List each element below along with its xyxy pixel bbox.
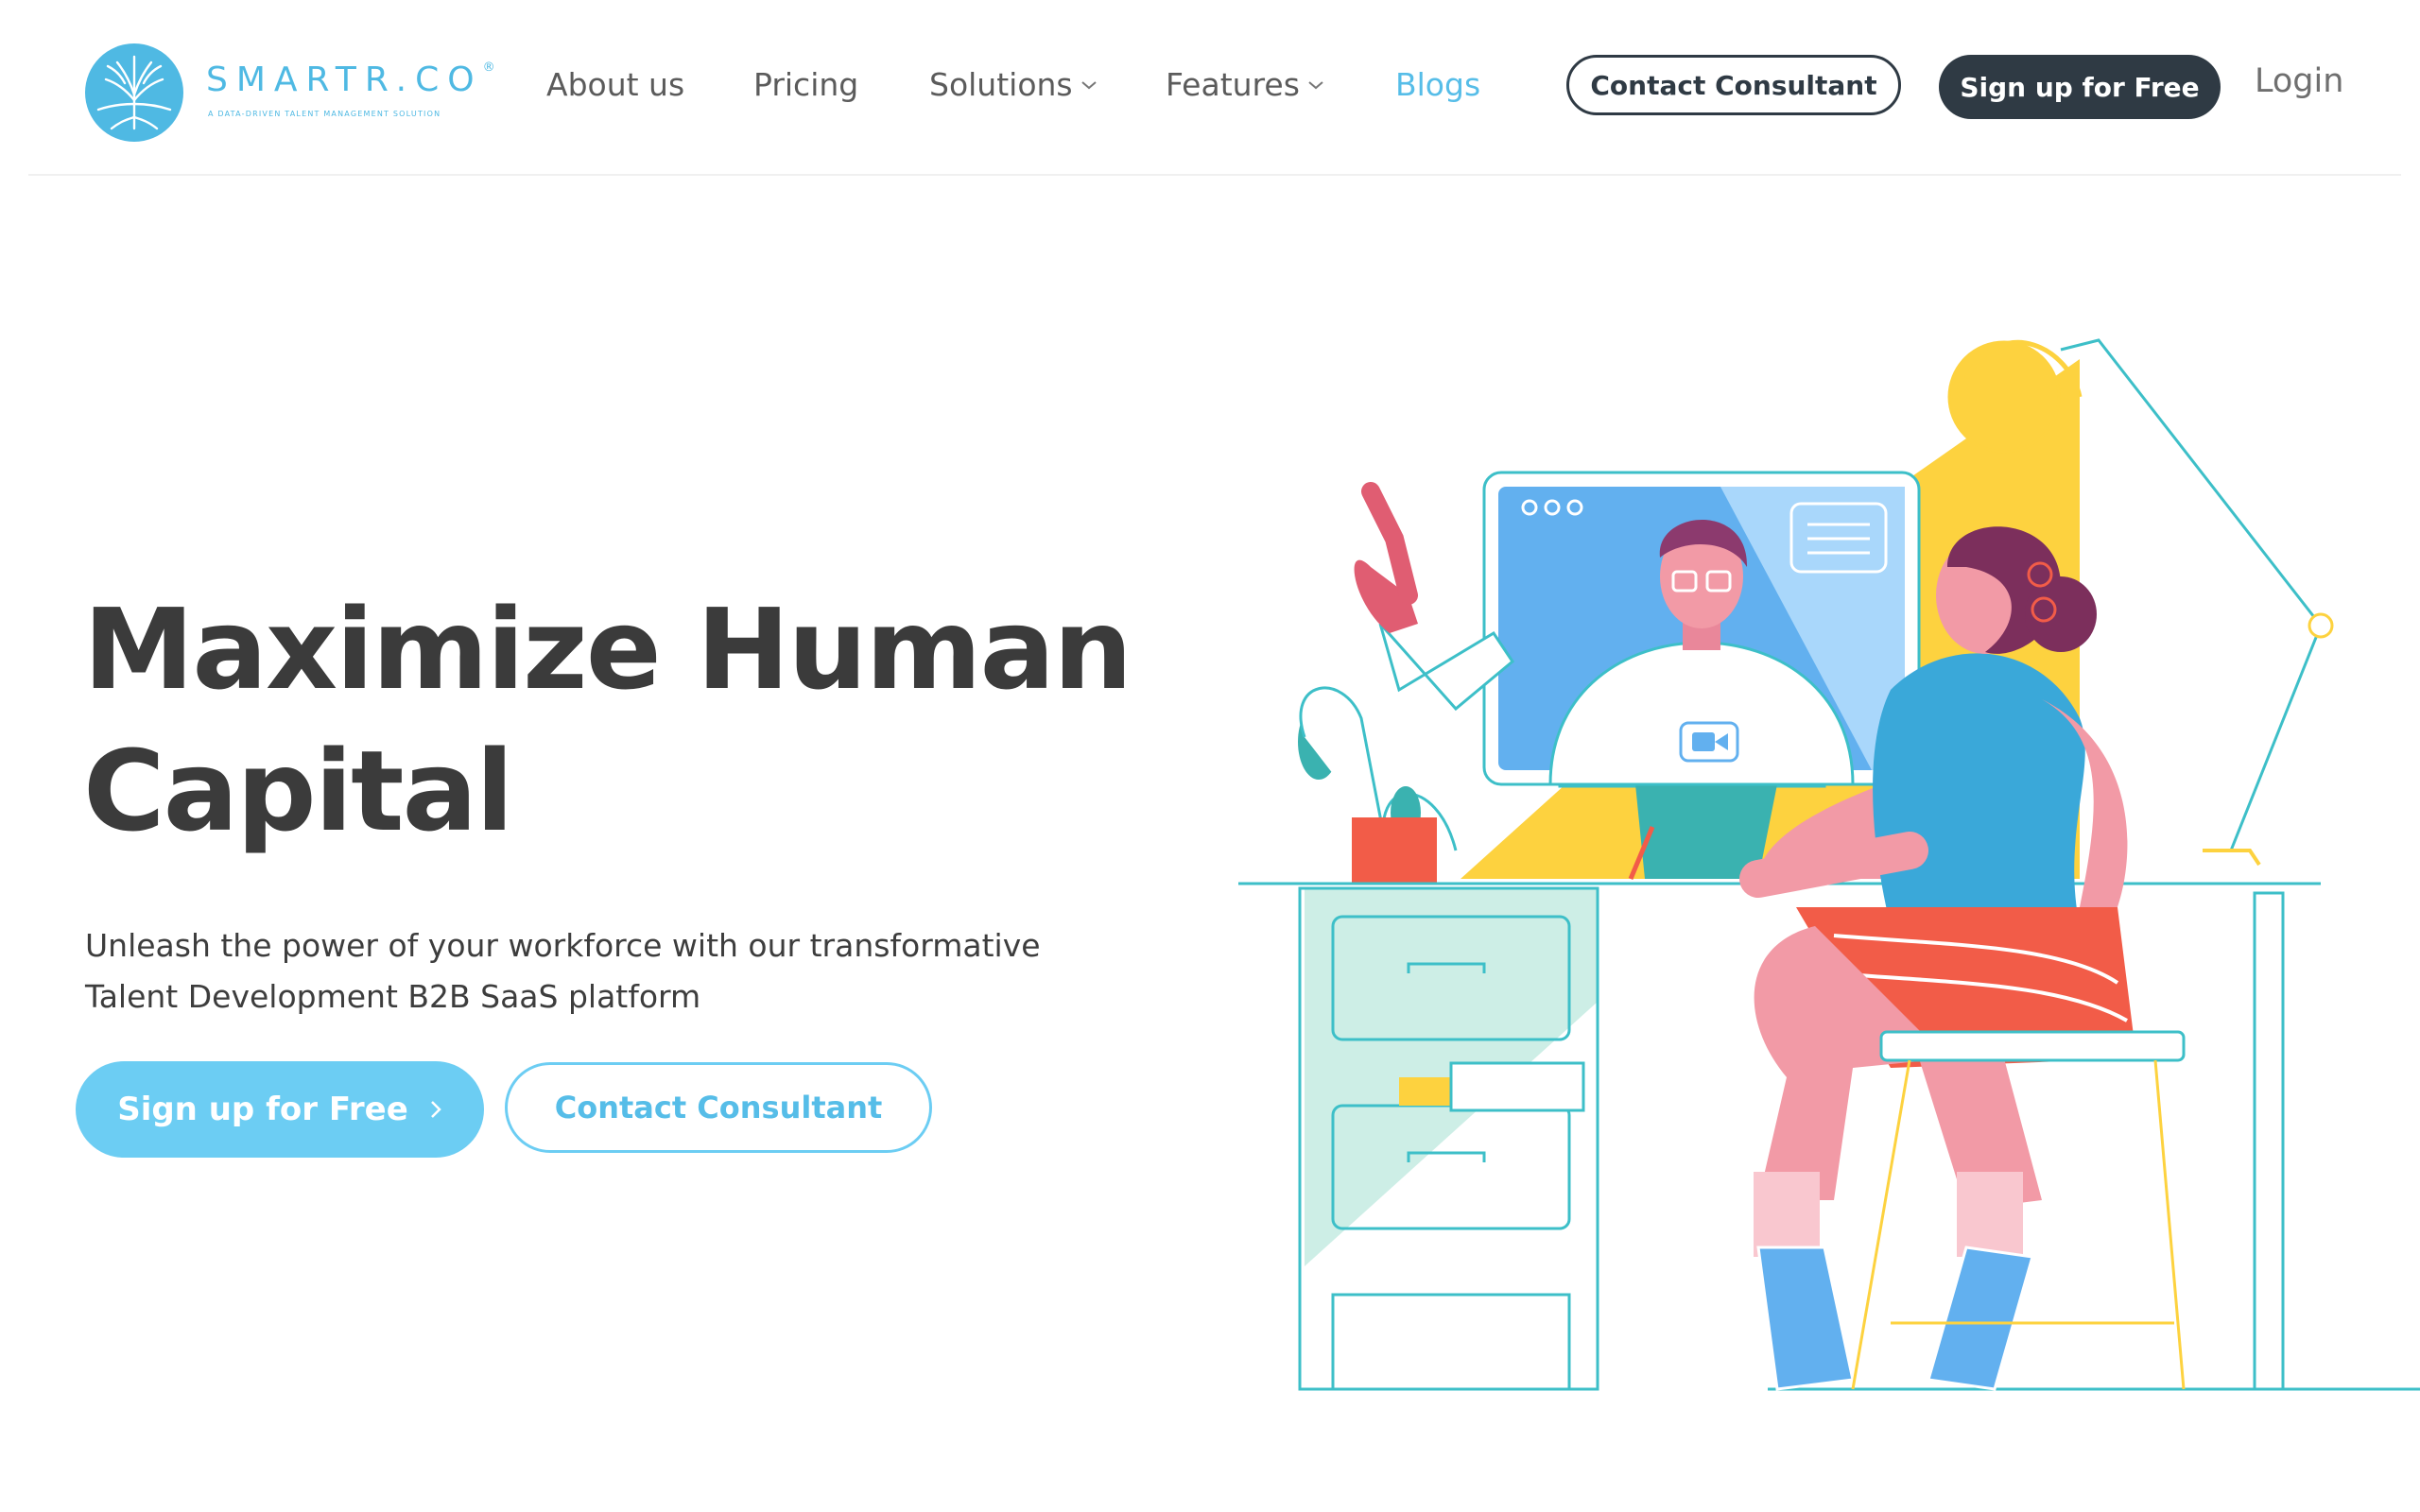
tree-logo-icon xyxy=(85,43,183,142)
hero-title: Maximize Human Capital xyxy=(83,578,1142,862)
nav-pricing-label: Pricing xyxy=(753,66,859,103)
nav-features[interactable]: Features xyxy=(1166,66,1324,103)
hero-title-line-2: Capital xyxy=(83,726,514,856)
hero-contact-consultant-button[interactable]: Contact Consultant xyxy=(505,1062,932,1153)
nav-about-us[interactable]: About us xyxy=(546,66,684,103)
hero-subtitle-line-1: Unleash the power of your workforce with… xyxy=(85,927,1041,964)
hero-illustration xyxy=(1238,338,2420,1391)
nav-pricing[interactable]: Pricing xyxy=(753,66,858,103)
header-divider xyxy=(28,174,2401,176)
nav-blogs-label: Blogs xyxy=(1395,66,1481,103)
header-signup-button[interactable]: Sign up for Free xyxy=(1939,55,2221,119)
hero-title-line-1: Maximize Human xyxy=(83,584,1132,714)
header-contact-consultant-button[interactable]: Contact Consultant xyxy=(1566,55,1901,115)
brand-tagline: A DATA-DRIVEN TALENT MANAGEMENT SOLUTION xyxy=(208,110,441,118)
nav-solutions[interactable]: Solutions xyxy=(929,66,1098,103)
brand-name: SMARTR.CO® xyxy=(206,60,495,99)
nav-solutions-label: Solutions xyxy=(929,66,1073,103)
chevron-down-icon xyxy=(1080,80,1097,89)
nav-about-us-label: About us xyxy=(546,66,685,103)
plant xyxy=(1298,686,1458,884)
site-header: SMARTR.CO® A DATA-DRIVEN TALENT MANAGEME… xyxy=(0,0,2420,176)
hero-subtitle-line-2: Talent Development B2B SaaS platform xyxy=(85,978,701,1015)
hero-signup-label: Sign up for Free xyxy=(117,1091,408,1128)
chevron-down-icon xyxy=(1308,80,1323,89)
chevron-right-icon xyxy=(430,1101,441,1118)
nav-features-label: Features xyxy=(1166,66,1300,103)
hero-signup-button[interactable]: Sign up for Free xyxy=(76,1061,484,1158)
login-link[interactable]: Login xyxy=(2255,62,2343,100)
hero-subtitle: Unleash the power of your workforce with… xyxy=(85,920,1163,1022)
brand-logo[interactable]: SMARTR.CO® A DATA-DRIVEN TALENT MANAGEME… xyxy=(83,42,495,146)
nav-blogs[interactable]: Blogs xyxy=(1395,66,1480,103)
